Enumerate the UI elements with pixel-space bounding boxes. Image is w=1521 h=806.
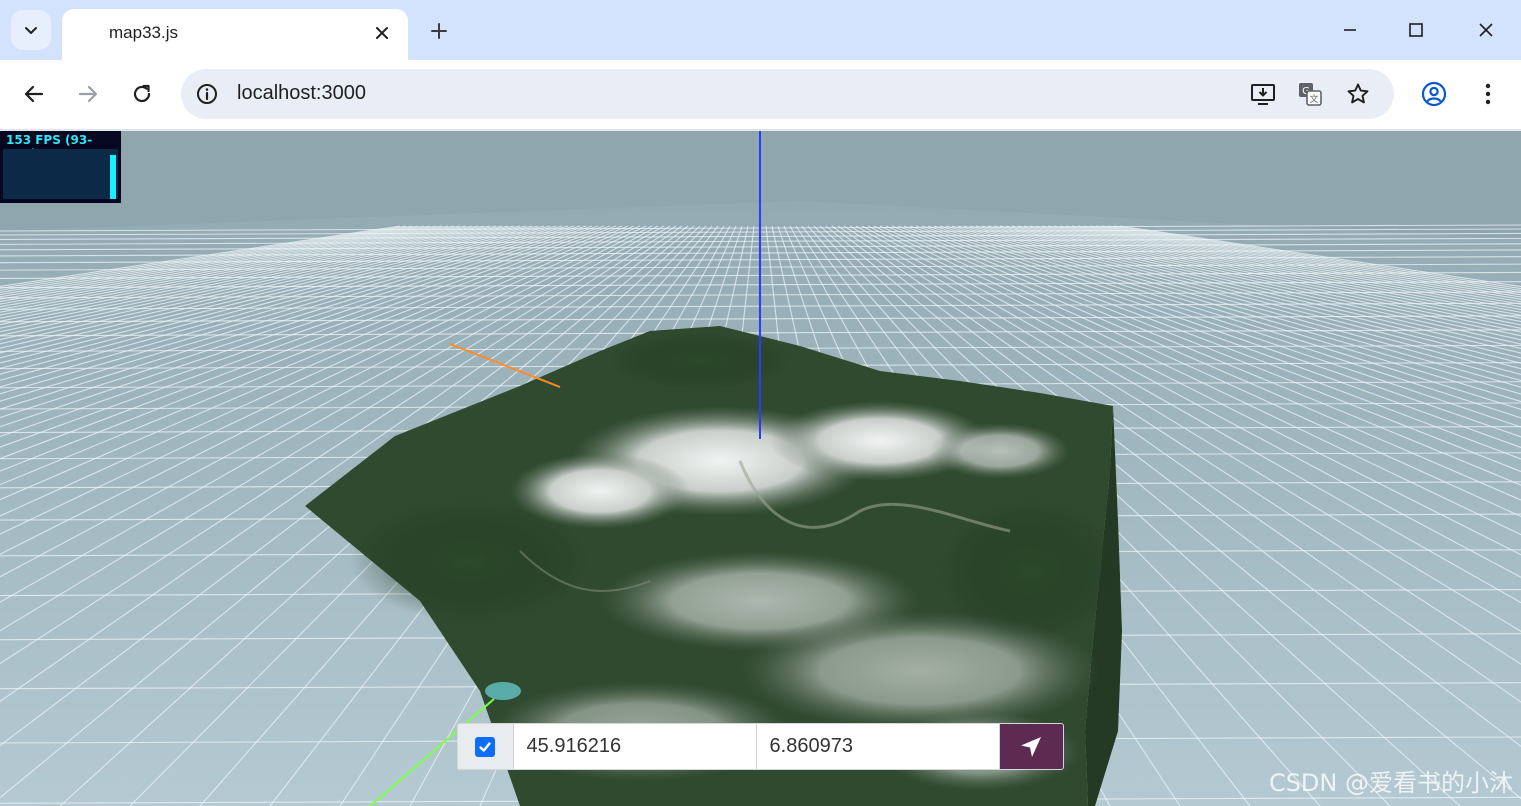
forward-button[interactable] (70, 76, 106, 112)
menu-button[interactable] (1470, 76, 1506, 112)
minimize-button[interactable] (1330, 12, 1370, 48)
new-tab-button[interactable] (424, 16, 454, 46)
minimize-icon (1344, 29, 1356, 31)
tab-search-button[interactable] (11, 10, 51, 50)
watermark: CSDN @爱看书的小沐 (1268, 769, 1513, 797)
translate-button[interactable]: G文 (1296, 80, 1324, 108)
fps-graph (3, 149, 118, 199)
enable-checkbox[interactable] (475, 736, 496, 757)
tab-title: map33.js (109, 23, 178, 42)
star-icon (1347, 83, 1369, 104)
reload-button[interactable] (124, 76, 160, 112)
url-text[interactable]: localhost:3000 (237, 82, 366, 105)
install-app-button[interactable] (1249, 80, 1277, 108)
translate-icon: G文 (1299, 83, 1322, 106)
arrow-right-icon (78, 85, 98, 103)
maximize-button[interactable] (1396, 12, 1436, 48)
browser-toolbar: localhost:3000 G文 (0, 60, 1521, 130)
reload-icon (133, 84, 151, 103)
maximize-icon (1409, 23, 1423, 37)
fps-stats-panel[interactable]: 153 FPS (93-153) (0, 131, 121, 203)
profile-button[interactable] (1416, 76, 1452, 112)
enable-checkbox-wrapper (458, 724, 514, 769)
check-icon (479, 741, 491, 752)
chevron-down-icon (25, 27, 37, 34)
tab-close-button[interactable] (370, 21, 394, 45)
tab-strip: map33.js (0, 0, 1521, 60)
go-to-location-button[interactable] (999, 724, 1063, 769)
terrain-scene[interactable] (0, 131, 1521, 806)
fps-graph-bar (110, 155, 116, 199)
install-app-icon (1251, 84, 1275, 105)
address-bar[interactable]: localhost:3000 G文 (181, 69, 1394, 119)
close-icon (1479, 23, 1493, 37)
close-window-button[interactable] (1466, 12, 1506, 48)
info-icon[interactable] (195, 82, 219, 106)
coordinate-panel (457, 723, 1064, 770)
longitude-input[interactable] (756, 724, 1000, 769)
navigation-arrow-icon (1021, 736, 1042, 757)
back-button[interactable] (16, 76, 52, 112)
map-viewport[interactable]: 153 FPS (93-153) CSDN @爱看书的小沐 (0, 131, 1521, 806)
plus-icon (431, 23, 447, 39)
bookmark-button[interactable] (1344, 80, 1372, 108)
close-icon (376, 27, 388, 39)
svg-text:文: 文 (1309, 93, 1318, 105)
active-tab[interactable]: map33.js (62, 9, 408, 60)
more-vertical-icon (1485, 83, 1491, 105)
arrow-left-icon (24, 85, 44, 103)
profile-icon (1421, 81, 1447, 107)
latitude-input[interactable] (513, 724, 757, 769)
